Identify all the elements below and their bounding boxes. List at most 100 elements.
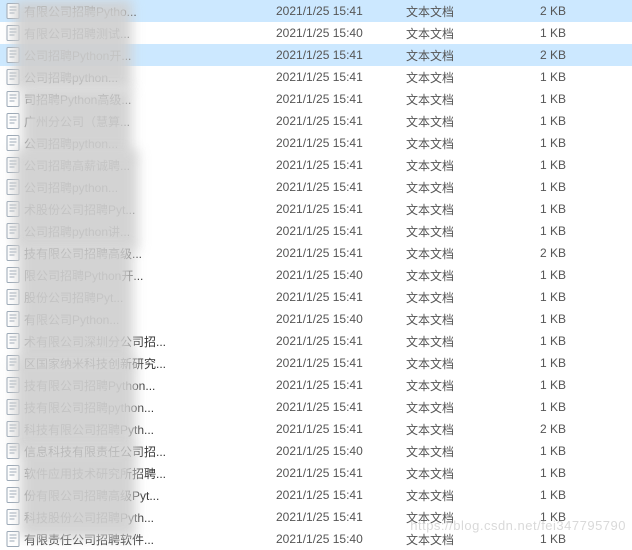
- file-type: 文本文档: [406, 509, 516, 526]
- file-size: 1 KB: [516, 466, 574, 480]
- file-size: 1 KB: [516, 444, 574, 458]
- text-file-icon: [4, 245, 22, 261]
- file-type: 文本文档: [406, 267, 516, 284]
- file-name: 信息科技有限责任公司招...: [22, 443, 276, 460]
- file-name: 技有限公司招聘高级...: [22, 245, 276, 262]
- file-date: 2021/1/25 15:41: [276, 334, 406, 348]
- file-name: 公司招聘python...: [22, 69, 276, 86]
- file-size: 1 KB: [516, 356, 574, 370]
- file-date: 2021/1/25 15:41: [276, 356, 406, 370]
- file-date: 2021/1/25 15:41: [276, 92, 406, 106]
- file-type: 文本文档: [406, 3, 516, 20]
- file-name: 公司招聘python讲...: [22, 223, 276, 240]
- file-row[interactable]: 科技股份公司招聘Pyth...2021/1/25 15:41文本文档1 KB: [0, 506, 632, 528]
- file-type: 文本文档: [406, 223, 516, 240]
- file-row[interactable]: 司招聘Python高级...2021/1/25 15:41文本文档1 KB: [0, 88, 632, 110]
- file-name: 公司招聘python...: [22, 135, 276, 152]
- file-size: 1 KB: [516, 400, 574, 414]
- file-row[interactable]: 份有限公司招聘高级Pyt...2021/1/25 15:41文本文档1 KB: [0, 484, 632, 506]
- text-file-icon: [4, 333, 22, 349]
- file-row[interactable]: 科技有限公司招聘Pyth...2021/1/25 15:41文本文档2 KB: [0, 418, 632, 440]
- file-date: 2021/1/25 15:41: [276, 180, 406, 194]
- file-name: 司招聘Python高级...: [22, 91, 276, 108]
- file-row[interactable]: 区国家纳米科技创新研究...2021/1/25 15:41文本文档1 KB: [0, 352, 632, 374]
- file-size: 1 KB: [516, 312, 574, 326]
- file-name: 股份公司招聘Pyt...: [22, 289, 276, 306]
- file-type: 文本文档: [406, 69, 516, 86]
- file-row[interactable]: 技有限公司招聘Python...2021/1/25 15:41文本文档1 KB: [0, 374, 632, 396]
- file-name: 公司招聘python...: [22, 179, 276, 196]
- file-date: 2021/1/25 15:41: [276, 422, 406, 436]
- text-file-icon: [4, 113, 22, 129]
- file-row[interactable]: 公司招聘python...2021/1/25 15:41文本文档1 KB: [0, 66, 632, 88]
- file-row[interactable]: 有限责任公司招聘软件...2021/1/25 15:40文本文档1 KB: [0, 528, 632, 550]
- file-type: 文本文档: [406, 113, 516, 130]
- file-date: 2021/1/25 15:41: [276, 136, 406, 150]
- file-row[interactable]: 股份公司招聘Pyt...2021/1/25 15:41文本文档1 KB: [0, 286, 632, 308]
- file-date: 2021/1/25 15:41: [276, 246, 406, 260]
- file-size: 1 KB: [516, 290, 574, 304]
- text-file-icon: [4, 157, 22, 173]
- file-type: 文本文档: [406, 487, 516, 504]
- file-row[interactable]: 公司招聘高薪诚聘...2021/1/25 15:41文本文档1 KB: [0, 154, 632, 176]
- file-size: 1 KB: [516, 268, 574, 282]
- file-row[interactable]: 技有限公司招聘python...2021/1/25 15:41文本文档1 KB: [0, 396, 632, 418]
- text-file-icon: [4, 465, 22, 481]
- file-name: 科技股份公司招聘Pyth...: [22, 509, 276, 526]
- file-name: 公司招聘Python开...: [22, 47, 276, 64]
- file-row[interactable]: 有限公司招聘测试...2021/1/25 15:40文本文档1 KB: [0, 22, 632, 44]
- file-type: 文本文档: [406, 531, 516, 548]
- file-size: 2 KB: [516, 4, 574, 18]
- text-file-icon: [4, 47, 22, 63]
- file-size: 1 KB: [516, 224, 574, 238]
- file-row[interactable]: 公司招聘Python开...2021/1/25 15:41文本文档2 KB: [0, 44, 632, 66]
- text-file-icon: [4, 179, 22, 195]
- file-type: 文本文档: [406, 179, 516, 196]
- text-file-icon: [4, 443, 22, 459]
- file-name: 限公司招聘Python开...: [22, 267, 276, 284]
- file-row[interactable]: 有限公司Python...2021/1/25 15:40文本文档1 KB: [0, 308, 632, 330]
- file-row[interactable]: 广州分公司（慧算...2021/1/25 15:41文本文档1 KB: [0, 110, 632, 132]
- file-type: 文本文档: [406, 399, 516, 416]
- file-name: 公司招聘高薪诚聘...: [22, 157, 276, 174]
- file-size: 1 KB: [516, 180, 574, 194]
- file-type: 文本文档: [406, 421, 516, 438]
- file-size: 1 KB: [516, 92, 574, 106]
- file-date: 2021/1/25 15:40: [276, 532, 406, 546]
- file-row[interactable]: 技有限公司招聘高级...2021/1/25 15:41文本文档2 KB: [0, 242, 632, 264]
- text-file-icon: [4, 531, 22, 547]
- file-date: 2021/1/25 15:41: [276, 290, 406, 304]
- file-size: 1 KB: [516, 532, 574, 546]
- file-name: 有限公司招聘测试...: [22, 25, 276, 42]
- file-type: 文本文档: [406, 25, 516, 42]
- text-file-icon: [4, 201, 22, 217]
- file-row[interactable]: 术股份公司招聘Pyt...2021/1/25 15:41文本文档1 KB: [0, 198, 632, 220]
- file-size: 2 KB: [516, 48, 574, 62]
- file-row[interactable]: 限公司招聘Python开...2021/1/25 15:40文本文档1 KB: [0, 264, 632, 286]
- file-type: 文本文档: [406, 135, 516, 152]
- file-date: 2021/1/25 15:41: [276, 466, 406, 480]
- file-date: 2021/1/25 15:40: [276, 444, 406, 458]
- file-date: 2021/1/25 15:41: [276, 400, 406, 414]
- file-date: 2021/1/25 15:41: [276, 378, 406, 392]
- file-date: 2021/1/25 15:41: [276, 70, 406, 84]
- file-row[interactable]: 软件应用技术研究所招聘...2021/1/25 15:41文本文档1 KB: [0, 462, 632, 484]
- file-row[interactable]: 公司招聘python讲...2021/1/25 15:41文本文档1 KB: [0, 220, 632, 242]
- file-date: 2021/1/25 15:41: [276, 158, 406, 172]
- file-name: 术有限公司深圳分公司招...: [22, 333, 276, 350]
- file-type: 文本文档: [406, 91, 516, 108]
- file-name: 有限责任公司招聘软件...: [22, 531, 276, 548]
- file-name: 份有限公司招聘高级Pyt...: [22, 487, 276, 504]
- file-date: 2021/1/25 15:41: [276, 488, 406, 502]
- text-file-icon: [4, 3, 22, 19]
- text-file-icon: [4, 223, 22, 239]
- file-row[interactable]: 公司招聘python...2021/1/25 15:41文本文档1 KB: [0, 132, 632, 154]
- file-row[interactable]: 公司招聘python...2021/1/25 15:41文本文档1 KB: [0, 176, 632, 198]
- file-row[interactable]: 信息科技有限责任公司招...2021/1/25 15:40文本文档1 KB: [0, 440, 632, 462]
- file-name: 科技有限公司招聘Pyth...: [22, 421, 276, 438]
- file-date: 2021/1/25 15:41: [276, 48, 406, 62]
- file-date: 2021/1/25 15:41: [276, 202, 406, 216]
- file-row[interactable]: 有限公司招聘Pytho...2021/1/25 15:41文本文档2 KB: [0, 0, 632, 22]
- file-row[interactable]: 术有限公司深圳分公司招...2021/1/25 15:41文本文档1 KB: [0, 330, 632, 352]
- text-file-icon: [4, 289, 22, 305]
